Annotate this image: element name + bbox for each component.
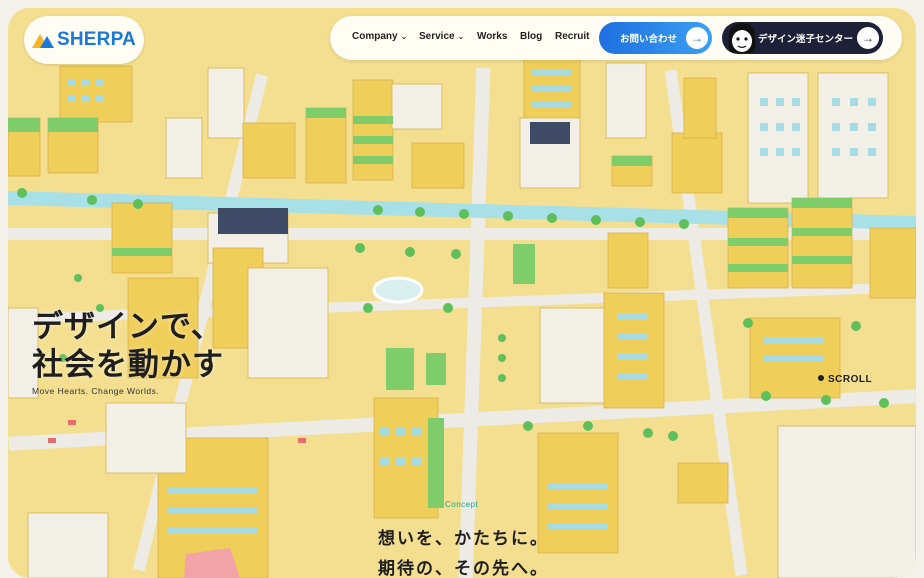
hero-title-line-2: 社会を動かす <box>32 347 224 382</box>
contact-button-label: お問い合わせ <box>620 34 678 45</box>
nav-item-blog[interactable]: Blog <box>520 31 542 42</box>
design-center-label: デザイン迷子センター <box>758 34 854 45</box>
chevron-down-icon: ⌄ <box>400 32 408 41</box>
hero-copy: デザインで、 社会を動かす Move Hearts. Change Worlds… <box>32 308 224 396</box>
brand-name: SHERPA <box>57 29 136 50</box>
hero-section: デザインで、 社会を動かす Move Hearts. Change Worlds… <box>8 8 916 578</box>
character-avatar-icon <box>728 23 756 53</box>
scroll-dot-icon <box>818 375 824 381</box>
concept-section-label: Concept <box>445 500 479 509</box>
arrow-right-icon: → <box>686 27 708 49</box>
nav-item-recruit[interactable]: Recruit <box>555 31 589 42</box>
hero-title-line-1: デザインで、 <box>32 309 223 344</box>
mountain-logo-icon <box>32 34 54 48</box>
hero-subtitle: Move Hearts. Change Worlds. <box>32 386 160 396</box>
contact-button[interactable]: お問い合わせ → <box>599 22 712 54</box>
chevron-down-icon: ⌄ <box>457 32 465 41</box>
nav-item-works[interactable]: Works <box>477 31 507 42</box>
arrow-right-icon: → <box>857 27 879 49</box>
nav-item-company-label: Company <box>352 31 398 42</box>
scroll-indicator[interactable]: SCROLL <box>818 374 872 385</box>
city-illustration <box>8 8 916 578</box>
concept-line-1: 想いを、かたちに。 <box>378 529 549 548</box>
concept-line-2: 期待の、その先へ。 <box>378 559 549 578</box>
design-center-button[interactable]: デザイン迷子センター → <box>722 22 883 54</box>
nav-item-service-label: Service <box>419 31 455 42</box>
brand-logo[interactable]: SHERPA <box>24 16 144 64</box>
global-nav: Company ⌄ Service ⌄ Works Blog Recruit お問い… <box>330 16 902 60</box>
scroll-label: SCROLL <box>828 374 873 385</box>
nav-item-company[interactable]: Company ⌄ <box>352 31 407 42</box>
nav-item-service[interactable]: Service ⌄ <box>419 31 464 42</box>
